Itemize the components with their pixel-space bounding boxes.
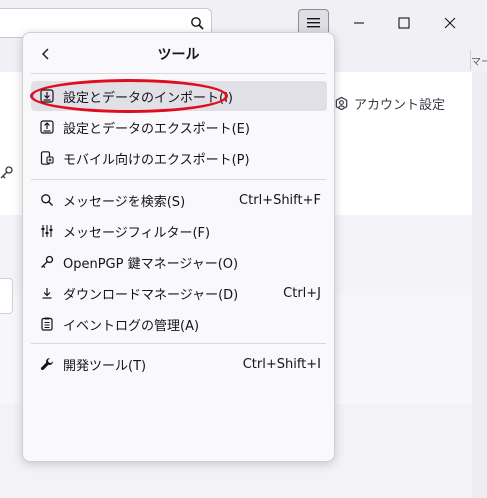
account-settings-label: アカウント設定 [354,97,446,113]
menu-item-shortcut: Ctrl+Shift+F [239,192,321,208]
minimize-icon[interactable] [345,9,373,37]
activity-log-icon [39,316,55,332]
panel-title: ツール [157,47,200,63]
account-settings-icon [335,96,348,110]
menu-divider [31,73,326,74]
search-icon [39,192,55,208]
tab-label-partial[interactable]: マー [471,53,487,68]
menu-divider [31,179,326,180]
panel-header: ツール [23,33,334,73]
maximize-icon[interactable] [390,9,418,37]
menu-item-label: OpenPGP 鍵マネージャー(O) [63,256,239,272]
menu-item-message-filters[interactable]: メッセージフィルター(F) [31,216,327,246]
menu-item-export[interactable]: 設定とデータのエクスポート(E) [31,112,327,142]
wrench-icon [39,356,55,372]
menu-item-label: モバイル向けのエクスポート(P) [63,152,250,168]
mobile-export-icon [39,150,55,166]
menu-item-download-manager[interactable]: ダウンロードマネージャー(D) Ctrl+J [31,278,327,308]
menu-item-label: メッセージを検索(S) [63,194,186,210]
menu-item-label: ダウンロードマネージャー(D) [63,287,239,303]
key-icon [39,254,55,270]
menu-item-developer-tools[interactable]: 開発ツール(T) Ctrl+Shift+I [31,349,327,379]
hamburger-icon [307,18,320,28]
menu-item-label: メッセージフィルター(F) [63,225,211,241]
menu-item-activity-log[interactable]: イベントログの管理(A) [31,309,327,339]
menu-item-mobile-export[interactable]: モバイル向けのエクスポート(P) [31,143,327,173]
menu-item-openpgp-key-manager[interactable]: OpenPGP 鍵マネージャー(O) [31,247,327,277]
menu-item-label: イベントログの管理(A) [63,318,200,334]
menu-item-label: 開発ツール(T) [63,358,147,374]
scroll-edge [472,72,487,498]
menu-item-label: 設定とデータのインポート(I) [63,90,233,106]
key-icon [0,166,13,179]
menu-item-label: 設定とデータのエクスポート(E) [63,121,250,137]
download-icon [39,285,55,301]
export-icon [39,119,55,135]
close-icon[interactable] [436,9,464,37]
partial-input[interactable] [0,278,13,314]
menu-item-import[interactable]: 設定とデータのインポート(I) [31,81,327,111]
filter-icon [39,223,55,239]
menu-item-shortcut: Ctrl+Shift+I [242,356,321,372]
account-settings-button[interactable]: アカウント設定 [334,92,445,114]
menu-item-shortcut: Ctrl+J [283,285,321,301]
menu-divider [31,343,326,344]
menu-item-search-messages[interactable]: メッセージを検索(S) Ctrl+Shift+F [31,185,327,215]
tools-menu-panel: ツール 設定とデータのインポート(I) 設定とデータのエクスポート(E) モバイ… [22,32,335,462]
import-icon [39,88,55,104]
search-icon[interactable] [190,16,204,30]
